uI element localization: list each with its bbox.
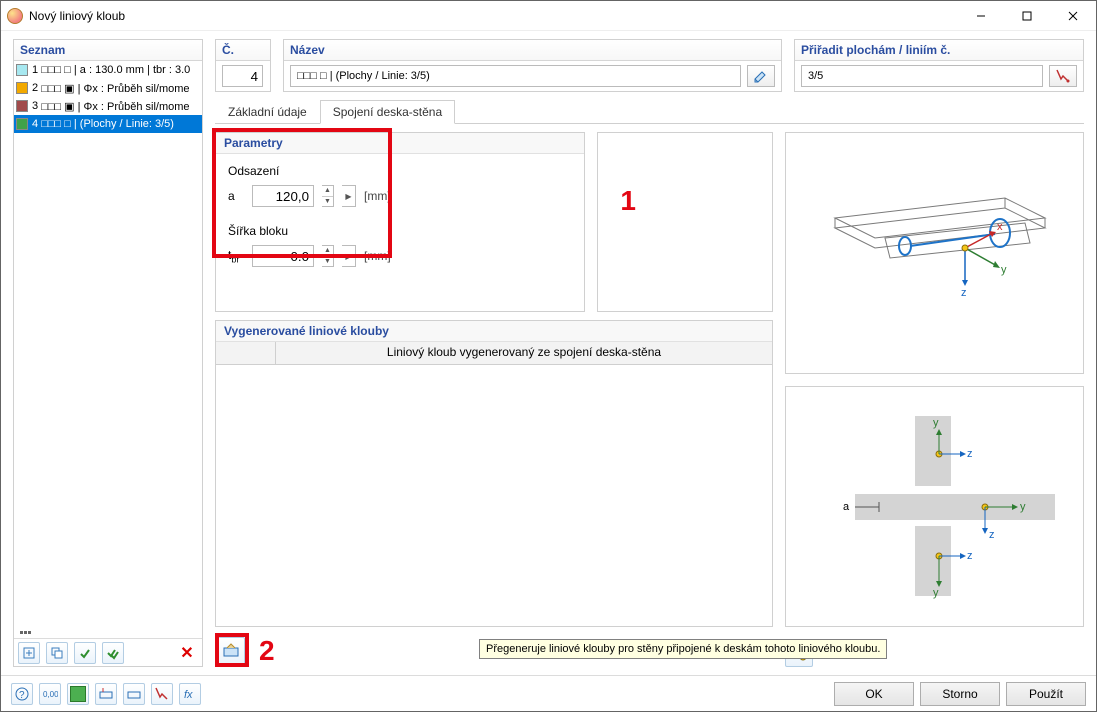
copy-item-button[interactable] xyxy=(46,642,68,664)
tbr-more-button[interactable]: ▶ xyxy=(342,245,356,267)
edit-name-button[interactable] xyxy=(747,65,775,87)
help-button[interactable]: ? xyxy=(11,683,33,705)
dialog-window: Nový liniový kloub Seznam 1 □□□ □ | a : … xyxy=(0,0,1097,712)
svg-text:y: y xyxy=(933,417,939,429)
tooltip: Přegeneruje liniové klouby pro stěny při… xyxy=(479,639,887,659)
check-item-button[interactable] xyxy=(74,642,96,664)
svg-text:fx: fx xyxy=(184,689,193,701)
assign-box: Přiřadit plochám / liniím č. 3/5 xyxy=(794,39,1084,92)
a-label: a xyxy=(228,189,244,203)
number-box: Č. xyxy=(215,39,271,92)
empty-preview-panel xyxy=(597,132,773,312)
tool-2-button[interactable] xyxy=(123,683,145,705)
list-header: Seznam xyxy=(14,40,202,61)
assign-input[interactable]: 3/5 xyxy=(801,65,1043,87)
dialog-footer: ? 0,00 fx OK Storno Použít xyxy=(1,675,1096,711)
apply-button[interactable]: Použít xyxy=(1006,682,1086,706)
tbr-label: tbr xyxy=(228,248,244,264)
units-button[interactable]: 0,00 xyxy=(39,683,61,705)
list-item[interactable]: 1 □□□ □ | a : 130.0 mm | tbr : 3.0 xyxy=(14,61,202,79)
preview-3d[interactable]: z y x xyxy=(785,132,1084,374)
titlebar: Nový liniový kloub xyxy=(1,1,1096,31)
preview-section-svg: a z y xyxy=(805,396,1065,616)
list-toolbar: ✕ xyxy=(14,638,202,666)
a-more-button[interactable]: ▶ xyxy=(342,185,356,207)
list-item[interactable]: 2 □□□ ▣ | Φx : Průběh sil/mome xyxy=(14,79,202,97)
tbr-spinner[interactable]: ▲▼ xyxy=(322,245,334,267)
table-corner xyxy=(216,342,276,364)
close-button[interactable] xyxy=(1050,1,1096,31)
list-item-label: □□□ □ | (Plochy / Linie: 3/5) xyxy=(41,118,174,130)
name-input[interactable]: □□□ □ | (Plochy / Linie: 3/5) xyxy=(290,65,741,87)
parameters-section: Parametry Odsazení a ▲▼ ▶ [mm] xyxy=(215,132,585,312)
regenerate-hinges-button[interactable] xyxy=(217,637,245,665)
color-swatch xyxy=(16,64,28,76)
list-item-label: □□□ □ | a : 130.0 mm | tbr : 3.0 xyxy=(41,64,190,76)
a-input[interactable] xyxy=(252,185,314,207)
annotation-2: 2 xyxy=(259,635,275,667)
new-item-button[interactable] xyxy=(18,642,40,664)
generated-hinges-table[interactable] xyxy=(216,365,772,626)
table-column-header: Liniový kloub vygenerovaný ze spojení de… xyxy=(276,342,772,364)
color-swatch xyxy=(16,100,28,112)
name-box: Název □□□ □ | (Plochy / Linie: 3/5) xyxy=(283,39,782,92)
cancel-button[interactable]: Storno xyxy=(920,682,1000,706)
svg-text:0,00: 0,00 xyxy=(43,690,58,699)
svg-text:y: y xyxy=(1001,264,1007,276)
color-swatch-icon xyxy=(70,686,86,702)
color-swatch xyxy=(16,82,28,94)
minimize-button[interactable] xyxy=(958,1,1004,31)
check-all-button[interactable] xyxy=(102,642,124,664)
color-swatch xyxy=(16,118,28,130)
svg-text:?: ? xyxy=(19,690,25,701)
svg-text:z: z xyxy=(967,448,973,460)
preview-3d-svg: z y x xyxy=(805,168,1065,338)
hinge-list[interactable]: 1 □□□ □ | a : 130.0 mm | tbr : 3.0 2 □□□… xyxy=(14,61,202,627)
svg-text:z: z xyxy=(989,529,995,541)
app-icon xyxy=(7,8,23,24)
svg-text:y: y xyxy=(933,587,939,599)
window-title: Nový liniový kloub xyxy=(29,9,958,23)
list-item[interactable]: 3 □□□ ▣ | Φx : Průběh sil/mome xyxy=(14,97,202,115)
list-item-label: □□□ ▣ | Φx : Průběh sil/mome xyxy=(41,82,189,95)
svg-text:z: z xyxy=(967,550,973,562)
tbr-input[interactable] xyxy=(252,245,314,267)
svg-text:z: z xyxy=(961,287,967,299)
svg-text:x: x xyxy=(997,221,1003,233)
tool-3-button[interactable] xyxy=(151,683,173,705)
delete-item-button[interactable]: ✕ xyxy=(176,642,198,664)
list-panel: Seznam 1 □□□ □ | a : 130.0 mm | tbr : 3.… xyxy=(13,39,203,667)
tab-basic[interactable]: Základní údaje xyxy=(215,100,320,123)
list-item-label: □□□ ▣ | Φx : Průběh sil/mome xyxy=(41,100,189,113)
number-input[interactable] xyxy=(222,65,263,87)
tab-bar: Základní údaje Spojení deska-stěna xyxy=(215,100,1084,124)
tool-1-button[interactable] xyxy=(95,683,117,705)
tab-slab-wall[interactable]: Spojení deska-stěna xyxy=(320,100,455,124)
maximize-button[interactable] xyxy=(1004,1,1050,31)
list-item[interactable]: 4 □□□ □ | (Plochy / Linie: 3/5) xyxy=(14,115,202,133)
offset-label: Odsazení xyxy=(228,164,572,178)
svg-text:a: a xyxy=(843,501,850,513)
generated-hinges-section: Vygenerované liniové klouby Liniový klou… xyxy=(215,320,773,627)
color-button[interactable] xyxy=(67,683,89,705)
a-spinner[interactable]: ▲▼ xyxy=(322,185,334,207)
pick-in-view-button[interactable] xyxy=(1049,65,1077,87)
svg-text:y: y xyxy=(1020,501,1026,513)
tool-4-button[interactable]: fx xyxy=(179,683,201,705)
annotation-1: 1 xyxy=(620,185,636,217)
block-width-label: Šířka bloku xyxy=(228,224,572,238)
preview-section[interactable]: a z y xyxy=(785,386,1084,628)
ok-button[interactable]: OK xyxy=(834,682,914,706)
